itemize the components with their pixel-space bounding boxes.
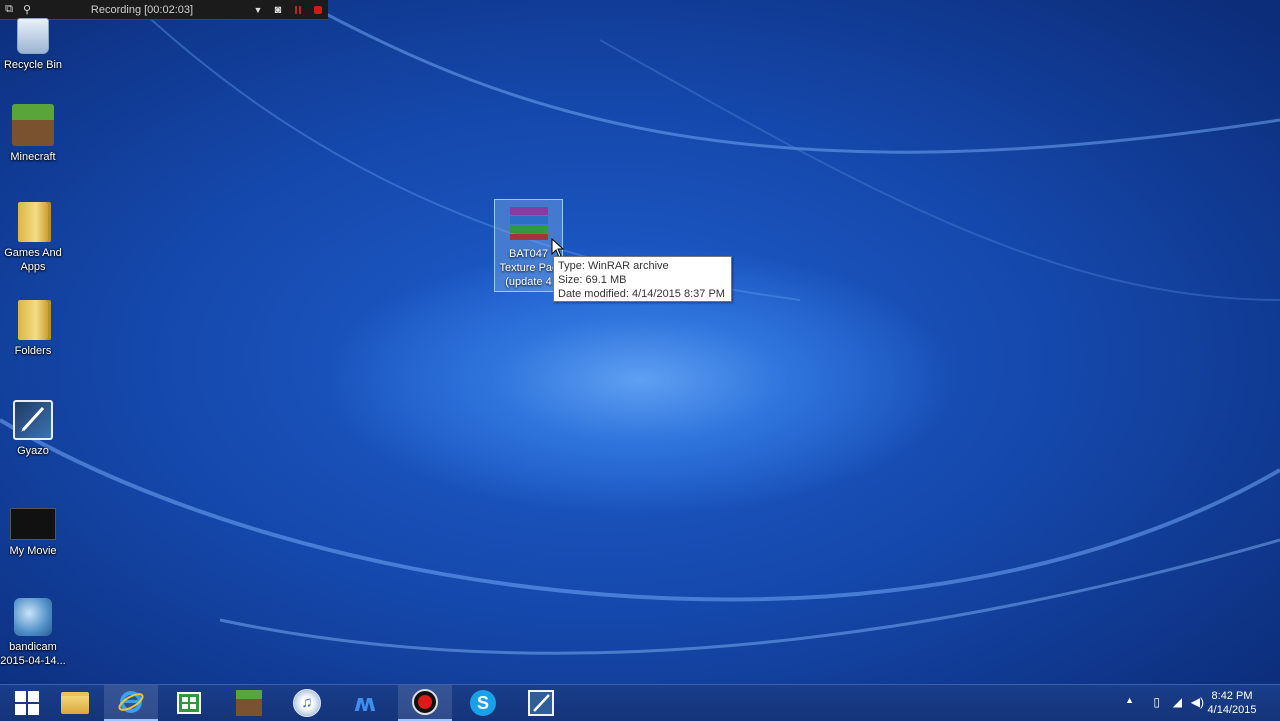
desktop-icon-label: Minecraft [10, 151, 56, 163]
bandicam-video-icon [14, 598, 52, 636]
network-signal-icon[interactable]: ◢ [1173, 695, 1182, 709]
itunes-icon: ♫ [293, 689, 321, 717]
desktop-icon-games-and-apps[interactable]: Games And Apps [0, 202, 66, 274]
show-hidden-icons-button[interactable]: ▲ [1125, 695, 1134, 705]
recording-status: Recording [00:02:03] [90, 3, 194, 16]
desktop-icon-label: Gyazo [17, 445, 49, 457]
desktop-icon-bandicam-video[interactable]: bandicam 2015-04-14... [0, 598, 66, 668]
bandicam-icon [412, 689, 438, 715]
taskbar-skype[interactable]: S [456, 685, 510, 721]
desktop-icon-recycle-bin[interactable]: Recycle Bin [0, 18, 66, 72]
gyazo-icon [13, 400, 53, 440]
taskbar-malwarebytes[interactable]: ʍ [338, 685, 392, 721]
taskbar-gyazo[interactable] [514, 685, 568, 721]
taskbar-itunes[interactable]: ♫ [280, 685, 334, 721]
desktop-icon-label: Games And Apps [4, 247, 62, 273]
taskbar-minecraft[interactable] [222, 685, 276, 721]
minecraft-icon [12, 104, 54, 146]
desktop-icon-label: My Movie [9, 545, 57, 557]
start-button[interactable] [0, 685, 54, 721]
search-icon[interactable]: ⚲ [18, 0, 36, 19]
clock-time: 8:42 PM [1211, 690, 1253, 702]
movie-file-icon [10, 508, 56, 540]
taskbar: ♫ ʍ S ▲ ▯ ◢ ◀) 8:42 PM 4/14/2015 [0, 684, 1280, 721]
folder-icon [18, 300, 48, 340]
stop-button[interactable] [308, 0, 328, 19]
gyazo-icon [528, 690, 554, 716]
desktop-icon-gyazo[interactable]: Gyazo [0, 400, 66, 458]
file-label-line: Texture Pac [499, 262, 558, 274]
taskbar-file-explorer[interactable] [48, 685, 102, 721]
internet-explorer-icon [118, 691, 144, 713]
recording-toolbar: ⧉ ⚲ Recording [00:02:03] ▼ ◙ [0, 0, 328, 20]
desktop-icon-label: Recycle Bin [3, 59, 63, 71]
file-info-tooltip: Type: WinRAR archive Size: 69.1 MB Date … [553, 256, 732, 302]
desktop-icon-label: Folders [14, 345, 52, 357]
tooltip-date-modified: Date modified: 4/14/2015 8:37 PM [558, 288, 725, 300]
desktop-icon-folders[interactable]: Folders [0, 300, 66, 358]
winrar-archive-icon [509, 205, 549, 241]
desktop-icon-label: bandicam 2015-04-14... [0, 641, 66, 667]
file-explorer-icon [61, 692, 89, 714]
minecraft-icon [236, 690, 262, 716]
tooltip-size: Size: 69.1 MB [558, 274, 627, 286]
mouse-cursor-icon [551, 238, 565, 258]
windows-logo-icon [15, 691, 39, 715]
taskbar-clock[interactable]: 8:42 PM 4/14/2015 [1202, 689, 1262, 717]
pause-button[interactable] [288, 0, 308, 19]
screenshot-camera-icon[interactable]: ◙ [268, 0, 288, 19]
taskbar-store[interactable] [162, 685, 216, 721]
recycle-bin-icon [17, 18, 49, 54]
store-icon [177, 692, 201, 714]
wallpaper [0, 0, 1280, 655]
menu-dropdown-icon[interactable]: ▼ [248, 0, 268, 19]
skype-icon: S [470, 690, 496, 716]
desktop-icon-minecraft[interactable]: Minecraft [0, 104, 66, 164]
tooltip-type: Type: WinRAR archive [558, 260, 669, 272]
taskbar-internet-explorer[interactable] [104, 685, 158, 721]
desktop-icon-my-movie[interactable]: My Movie [0, 508, 66, 558]
taskbar-bandicam[interactable] [398, 685, 452, 721]
folder-icon [18, 202, 48, 242]
window-mode-icon[interactable]: ⧉ [0, 0, 18, 19]
clock-date: 4/14/2015 [1207, 704, 1257, 716]
file-label-line: (update 4 [505, 276, 552, 288]
battery-icon[interactable]: ▯ [1153, 695, 1160, 709]
malwarebytes-icon: ʍ [353, 689, 377, 717]
